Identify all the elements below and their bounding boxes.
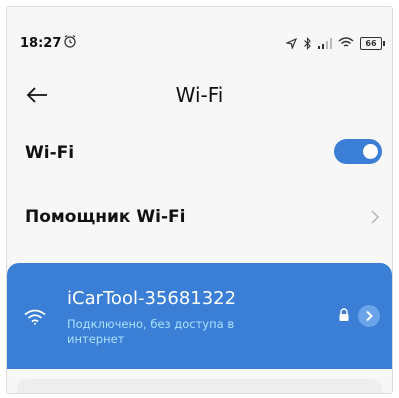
status-bar: 18:27 66	[7, 7, 392, 67]
wifi-assistant-label: Помощник Wi-Fi	[25, 207, 186, 227]
wifi-settings-screen: 18:27 66 Wi-Fi Wi-Fi Помощник Wi-Fi iCar…	[6, 6, 393, 394]
wifi-signal-icon	[24, 309, 46, 325]
chevron-right-icon	[366, 310, 373, 322]
wifi-icon	[338, 37, 354, 47]
lock-icon	[339, 308, 349, 321]
header: Wi-Fi	[7, 67, 392, 123]
wifi-toggle-row[interactable]: Wi-Fi	[7, 129, 392, 179]
wifi-toggle[interactable]	[334, 139, 382, 164]
wifi-assistant-row[interactable]: Помощник Wi-Fi	[7, 193, 392, 243]
wifi-label: Wi-Fi	[25, 143, 75, 163]
page-title: Wi-Fi	[175, 83, 224, 107]
available-networks-card	[17, 379, 382, 393]
location-icon	[286, 37, 297, 49]
toggle-knob	[363, 144, 378, 159]
chevron-right-icon	[371, 210, 380, 224]
connected-network-item[interactable]: iCarTool-35681322 Подключено, без доступ…	[7, 263, 392, 369]
network-details-button[interactable]	[358, 305, 380, 327]
status-time: 18:27	[20, 36, 62, 51]
alarm-icon	[64, 35, 76, 48]
battery-icon: 66	[360, 36, 385, 50]
bluetooth-icon	[304, 36, 311, 50]
network-name: iCarTool-35681322	[67, 288, 237, 309]
network-status: Подключено, без доступа в интернет	[67, 317, 235, 346]
cell-signal-icon	[318, 37, 332, 49]
status-icons: 66	[286, 35, 385, 51]
